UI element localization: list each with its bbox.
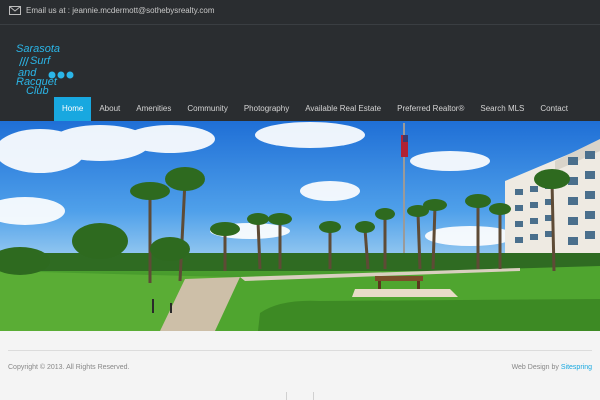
hero-landscape — [0, 121, 600, 331]
nav-item-amenities[interactable]: Amenities — [128, 97, 179, 121]
top-bar: Email us at : jeannie.mcdermott@sothebys… — [0, 0, 600, 25]
bench — [375, 276, 423, 281]
copyright-text: Copyright © 2013. All Rights Reserved. — [8, 364, 130, 371]
nav-item-search-mls[interactable]: Search MLS — [472, 97, 532, 121]
nav-item-home[interactable]: Home — [54, 97, 92, 121]
site-logo[interactable]: Sarasota Surf and Racquet Club — [16, 42, 88, 100]
logo-line-surf: Surf — [30, 55, 51, 67]
contact-email[interactable]: Email us at : jeannie.mcdermott@sothebys… — [26, 6, 215, 15]
hero-image — [0, 121, 600, 331]
footer-divider — [8, 350, 592, 351]
nav-item-available-real-estate[interactable]: Available Real Estate — [297, 97, 389, 121]
sitespring-link[interactable]: Sitespring — [561, 364, 592, 371]
nav-item-photography[interactable]: Photography — [236, 97, 297, 121]
footer-divider-mark — [286, 392, 287, 400]
flag — [401, 135, 408, 157]
nav-item-contact[interactable]: Contact — [532, 97, 576, 121]
credit-prefix: Web Design by — [511, 364, 561, 371]
logo-stripes-icon — [19, 57, 29, 66]
logo-line-sarasota: Sarasota — [16, 43, 61, 55]
envelope-icon — [9, 6, 21, 15]
nav-item-preferred-realtor[interactable]: Preferred Realtor® — [389, 97, 472, 121]
design-credit: Web Design by Sitespring — [512, 364, 592, 371]
footer-divider-mark — [313, 392, 314, 400]
logo-line-club: Club — [26, 85, 49, 97]
nav-item-about[interactable]: About — [91, 97, 128, 121]
nav-item-community[interactable]: Community — [179, 97, 235, 121]
main-nav: Home About Amenities Community Photograp… — [54, 97, 576, 121]
